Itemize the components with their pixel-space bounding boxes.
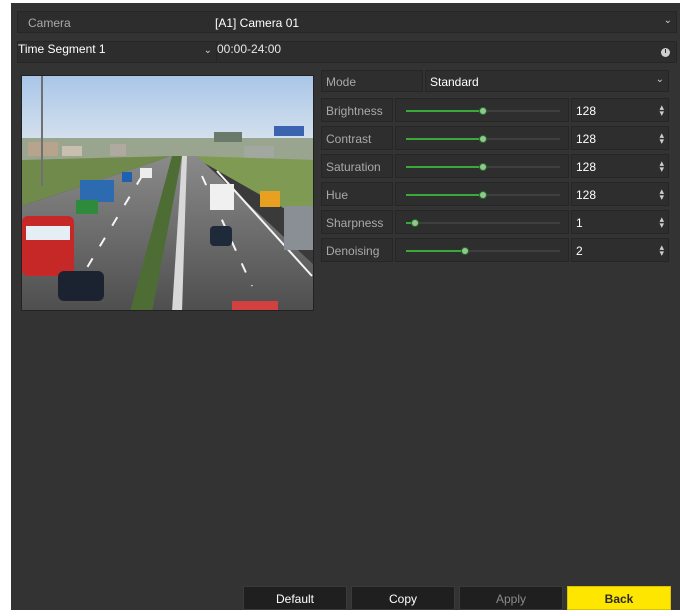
param-label: Hue xyxy=(321,182,393,206)
highway-scene-image xyxy=(22,76,313,310)
param-row-denoising: Denoising 2 ▴ ▾ xyxy=(321,238,671,262)
slider-handle[interactable] xyxy=(479,107,487,115)
slider-handle[interactable] xyxy=(411,219,420,227)
slider-fill xyxy=(406,250,465,252)
param-value: 128 xyxy=(576,188,597,202)
saturation-slider[interactable] xyxy=(395,154,569,178)
param-label: Sharpness xyxy=(321,210,393,234)
slider-track xyxy=(406,163,560,171)
clock-icon[interactable] xyxy=(661,48,670,57)
sharpness-slider[interactable] xyxy=(395,210,569,234)
denoising-slider[interactable] xyxy=(395,238,569,262)
up-down-spinner-icon[interactable]: ▴ ▾ xyxy=(659,243,664,258)
saturation-value-field[interactable]: 128 ▴ ▾ xyxy=(571,154,669,178)
param-value: 128 xyxy=(576,104,597,118)
time-segment-select[interactable]: Time Segment 1 ⌄ xyxy=(17,41,217,63)
time-segment-label: Time Segment 1 xyxy=(18,42,106,56)
default-button[interactable]: Default xyxy=(243,586,347,610)
slider-track xyxy=(406,135,560,143)
slider-fill xyxy=(406,194,483,196)
camera-preview-image xyxy=(21,75,314,311)
apply-button[interactable]: Apply xyxy=(459,586,563,610)
slider-fill xyxy=(406,110,483,112)
hue-slider[interactable] xyxy=(395,182,569,206)
brightness-value-field[interactable]: 128 ▴ ▾ xyxy=(571,98,669,122)
param-value: 128 xyxy=(576,132,597,146)
up-down-spinner-icon[interactable]: ▴ ▾ xyxy=(659,215,664,230)
copy-button[interactable]: Copy xyxy=(351,586,455,610)
up-down-spinner-icon[interactable]: ▴ ▾ xyxy=(659,187,664,202)
camera-value: [A1] Camera 01 xyxy=(215,16,300,30)
slider-handle[interactable] xyxy=(479,191,487,199)
mode-row: Mode Standard ⌄ xyxy=(321,70,671,92)
param-row-brightness: Brightness 128 ▴ ▾ xyxy=(321,98,671,122)
up-down-spinner-icon[interactable]: ▴ ▾ xyxy=(659,103,664,118)
up-down-spinner-icon[interactable]: ▴ ▾ xyxy=(659,131,664,146)
slider-track xyxy=(406,247,560,255)
slider-track xyxy=(406,191,560,199)
param-row-saturation: Saturation 128 ▴ ▾ xyxy=(321,154,671,178)
hue-value-field[interactable]: 128 ▴ ▾ xyxy=(571,182,669,206)
param-label: Contrast xyxy=(321,126,393,150)
mode-label: Mode xyxy=(321,70,423,92)
slider-handle[interactable] xyxy=(460,247,469,255)
up-down-spinner-icon[interactable]: ▴ ▾ xyxy=(659,159,664,174)
param-row-contrast: Contrast 128 ▴ ▾ xyxy=(321,126,671,150)
slider-fill xyxy=(406,166,483,168)
time-segment-value: 00:00-24:00 xyxy=(217,42,282,56)
param-row-hue: Hue 128 ▴ ▾ xyxy=(321,182,671,206)
param-value: 1 xyxy=(576,216,583,230)
param-value: 2 xyxy=(576,244,583,258)
slider-handle[interactable] xyxy=(479,135,487,143)
camera-select[interactable]: Camera [A1] Camera 01 ⌄ xyxy=(17,11,677,33)
mode-select[interactable]: Standard ⌄ xyxy=(425,70,669,92)
slider-track xyxy=(406,219,560,227)
param-row-sharpness: Sharpness 1 ▴ ▾ xyxy=(321,210,671,234)
param-label: Brightness xyxy=(321,98,393,122)
sharpness-value-field[interactable]: 1 ▴ ▾ xyxy=(571,210,669,234)
param-label: Saturation xyxy=(321,154,393,178)
contrast-value-field[interactable]: 128 ▴ ▾ xyxy=(571,126,669,150)
brightness-slider[interactable] xyxy=(395,98,569,122)
slider-track xyxy=(406,107,560,115)
camera-label: Camera xyxy=(28,16,71,30)
back-button[interactable]: Back xyxy=(567,586,671,610)
slider-fill xyxy=(406,138,483,140)
denoising-value-field[interactable]: 2 ▴ ▾ xyxy=(571,238,669,262)
chevron-down-icon: ⌄ xyxy=(203,45,212,56)
mode-value: Standard xyxy=(430,75,479,89)
chevron-down-icon: ⌄ xyxy=(655,74,664,85)
chevron-down-icon: ⌄ xyxy=(663,15,672,26)
slider-handle[interactable] xyxy=(479,163,487,171)
param-value: 128 xyxy=(576,160,597,174)
param-label: Denoising xyxy=(321,238,393,262)
time-segment-range-field[interactable]: 00:00-24:00 xyxy=(216,41,677,63)
contrast-slider[interactable] xyxy=(395,126,569,150)
